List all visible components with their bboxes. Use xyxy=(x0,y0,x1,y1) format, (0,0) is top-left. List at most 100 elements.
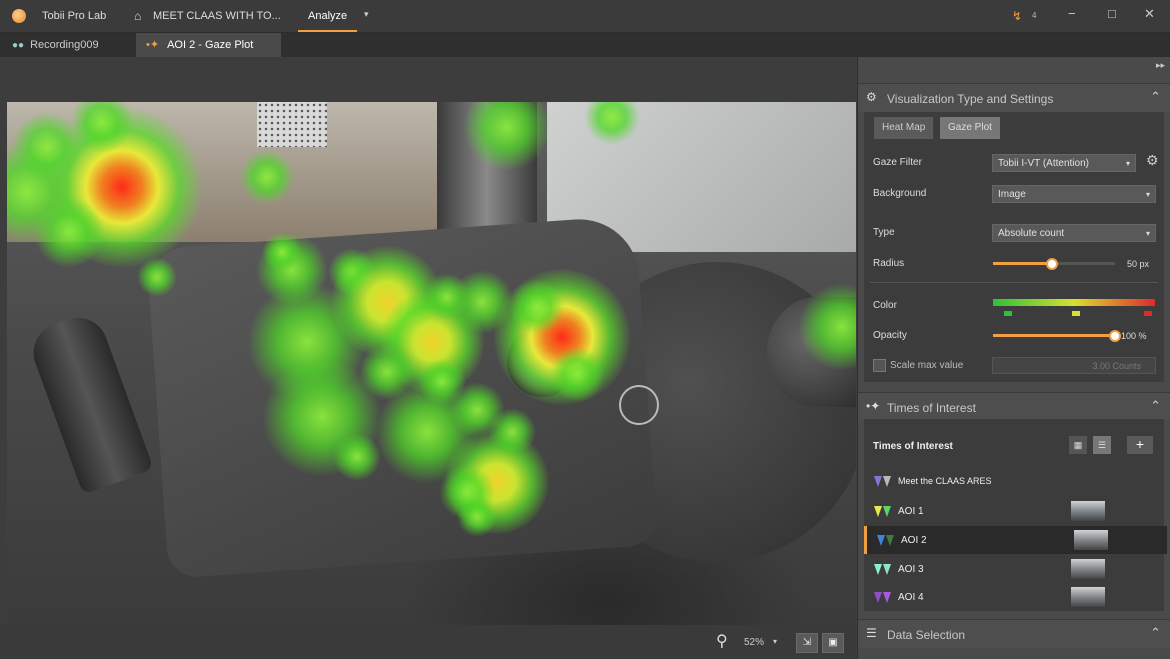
gaze-filter-label: Gaze Filter xyxy=(873,157,922,168)
chevron-up-icon[interactable]: ⌃ xyxy=(1150,89,1161,105)
list-settings-icon: ☰ xyxy=(866,626,877,640)
analyze-tab[interactable]: Analyze xyxy=(298,4,358,32)
gaze-plot-mode-button[interactable]: Gaze Plot xyxy=(940,117,1000,139)
color-gradient-bar[interactable] xyxy=(993,299,1155,306)
visualization-settings: Heat Map Gaze Plot Gaze Filter Tobii I-V… xyxy=(864,112,1164,382)
toi-start-marker-icon xyxy=(874,476,882,487)
zoom-dropdown-icon[interactable]: ▾ xyxy=(773,637,777,646)
viewer-footer: ⚲ 52% ▾ ⇲ ▣ xyxy=(0,625,856,659)
toi-end-marker-icon xyxy=(883,592,891,603)
tab-recording[interactable]: ●● Recording009 xyxy=(12,33,109,57)
actual-size-icon[interactable]: ▣ xyxy=(822,633,844,653)
toi-thumbnail xyxy=(1071,501,1105,521)
toi-item[interactable]: AOI 1 xyxy=(864,497,1164,525)
divider xyxy=(870,282,1158,283)
fit-to-screen-icon[interactable]: ⇲ xyxy=(796,633,818,653)
toi-item[interactable]: Meet the CLAAS ARES xyxy=(864,467,1164,495)
section-title: Times of Interest xyxy=(887,401,976,415)
app-name: Tobii Pro Lab xyxy=(42,10,107,22)
toi-label: AOI 3 xyxy=(898,564,924,575)
steering-column xyxy=(437,102,537,242)
filter-settings-icon[interactable]: ⚙ xyxy=(1146,152,1159,169)
color-label: Color xyxy=(873,300,897,311)
radius-label: Radius xyxy=(873,258,905,269)
caret-down-icon: ▾ xyxy=(1125,159,1130,168)
chevron-up-icon[interactable]: ⌃ xyxy=(1150,625,1161,641)
tab-label: Recording009 xyxy=(30,39,99,51)
toi-end-marker-icon xyxy=(883,476,891,487)
scale-max-checkbox[interactable] xyxy=(873,359,886,372)
gaze-filter-select[interactable]: Tobii I-VT (Attention) ▾ xyxy=(992,154,1136,172)
console-ring xyxy=(619,385,659,425)
background-select[interactable]: Image ▾ xyxy=(992,185,1156,203)
type-value: Absolute count xyxy=(998,228,1065,239)
toi-label: AOI 4 xyxy=(898,592,924,603)
radius-slider-fill xyxy=(993,262,1052,265)
section-title: Data Selection xyxy=(887,628,966,642)
toi-end-marker-icon xyxy=(883,506,891,517)
background-label: Background xyxy=(873,188,927,199)
opacity-slider-thumb[interactable] xyxy=(1109,330,1121,342)
activity-icon[interactable]: ↯ xyxy=(1012,9,1022,23)
toi-start-marker-icon xyxy=(874,506,882,517)
control-console xyxy=(146,215,658,579)
toi-start-marker-icon xyxy=(877,535,885,546)
heat-map-mode-button[interactable]: Heat Map xyxy=(874,117,934,139)
maximize-icon[interactable]: □ xyxy=(1108,6,1116,21)
toi-start-marker-icon xyxy=(874,564,882,575)
console-dial xyxy=(507,327,577,397)
data-selection-section-header[interactable]: ☰ Data Selection ⌃ xyxy=(858,619,1170,648)
home-icon[interactable]: ⌂ xyxy=(134,9,141,23)
radius-value: 50 px xyxy=(1127,259,1150,269)
joystick xyxy=(25,309,154,495)
opacity-value: 100 % xyxy=(1121,331,1147,341)
toi-start-marker-icon xyxy=(874,592,882,603)
scale-max-value: 3.00 Counts xyxy=(1092,361,1141,371)
analyze-dropdown-icon[interactable]: ▾ xyxy=(364,9,369,20)
toi-item[interactable]: AOI 3 xyxy=(864,555,1164,583)
heatmap-image[interactable] xyxy=(7,102,856,638)
background-value: Image xyxy=(998,189,1026,200)
visualization-viewer: ⚲ 52% ▾ ⇲ ▣ xyxy=(0,57,856,659)
toi-label: AOI 2 xyxy=(901,535,927,546)
radius-slider-thumb[interactable] xyxy=(1046,258,1058,270)
tab-label: AOI 2 - Gaze Plot xyxy=(167,39,254,51)
add-toi-button[interactable]: + xyxy=(1127,436,1153,454)
tobii-logo-icon xyxy=(12,9,26,23)
color-stop-mid[interactable] xyxy=(1072,311,1080,316)
side-knob xyxy=(767,297,856,407)
zoom-level[interactable]: 52% xyxy=(744,637,764,648)
times-of-interest-list: Times of Interest ▦ ☰ + Meet the CLAAS A… xyxy=(864,419,1167,611)
close-icon[interactable]: ✕ xyxy=(1144,6,1155,22)
project-name[interactable]: MEET CLAAS WITH TO... xyxy=(153,10,281,22)
toi-thumbnail xyxy=(1074,530,1108,550)
color-stop-high[interactable] xyxy=(1144,311,1152,316)
pegboard xyxy=(257,102,327,147)
collapse-panel-icon[interactable]: ▸▸ xyxy=(1156,60,1165,71)
toi-item-selected[interactable]: AOI 2 xyxy=(864,526,1167,554)
tab-gaze-plot[interactable]: •✦ AOI 2 - Gaze Plot xyxy=(136,33,282,57)
type-select[interactable]: Absolute count ▾ xyxy=(992,224,1156,242)
list-view-icon[interactable]: ☰ xyxy=(1093,436,1111,454)
toi-label: AOI 1 xyxy=(898,506,924,517)
type-label: Type xyxy=(873,227,895,238)
right-panel: ▸▸ ⚙ Visualization Type and Settings ⌃ H… xyxy=(857,57,1170,659)
title-bar: Tobii Pro Lab ⌂ MEET CLAAS WITH TO... An… xyxy=(0,0,1170,33)
toi-item[interactable]: AOI 4 xyxy=(864,583,1164,611)
radius-slider-track[interactable] xyxy=(1052,262,1115,265)
times-of-interest-section-header[interactable]: •✦ Times of Interest ⌃ xyxy=(858,392,1170,421)
minimize-icon[interactable]: − xyxy=(1068,6,1076,21)
chevron-up-icon[interactable]: ⌃ xyxy=(1150,398,1161,414)
caret-down-icon: ▾ xyxy=(1145,229,1150,238)
color-stop-low[interactable] xyxy=(1004,311,1012,316)
document-tab-bar: ●● Recording009 •✦ AOI 2 - Gaze Plot xyxy=(0,33,1170,57)
scale-max-input: 3.00 Counts xyxy=(992,357,1156,374)
toi-label: Meet the CLAAS ARES xyxy=(898,476,992,486)
caret-down-icon: ▾ xyxy=(1145,190,1150,199)
grid-view-icon[interactable]: ▦ xyxy=(1069,436,1087,454)
recording-icon: ●● xyxy=(12,40,25,51)
toi-list-title: Times of Interest xyxy=(873,441,953,452)
visualization-section-header[interactable]: ⚙ Visualization Type and Settings ⌃ xyxy=(858,83,1170,112)
zoom-icon[interactable]: ⚲ xyxy=(716,631,728,651)
opacity-slider-fill xyxy=(993,334,1115,337)
